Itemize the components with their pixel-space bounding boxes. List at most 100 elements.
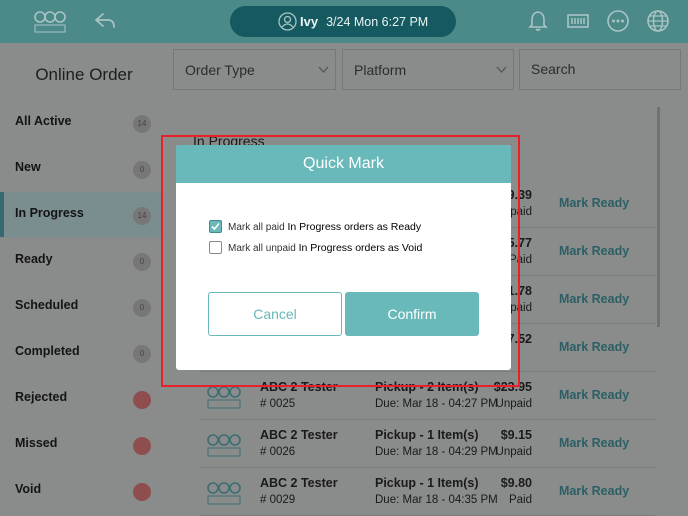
- option2-prefix: Mark all unpaid: [228, 242, 296, 254]
- sidebar-item-label: Scheduled: [15, 298, 79, 312]
- count-badge: 14: [133, 207, 151, 225]
- order-customer: ABC 2 Tester: [260, 380, 338, 394]
- mark-unpaid-void-checkbox[interactable]: [209, 241, 222, 254]
- sidebar-item-label: Missed: [15, 436, 58, 450]
- count-badge: [133, 437, 151, 455]
- mark-ready-button[interactable]: Mark Ready: [559, 388, 629, 402]
- logo-icon: [207, 386, 241, 409]
- sidebar-item-scheduled[interactable]: Scheduled 0: [0, 284, 163, 329]
- count-badge: 0: [133, 345, 151, 363]
- count-badge: 14: [133, 115, 151, 133]
- table-row[interactable]: ABC 2 Tester # 0025 Pickup - 2 Item(s) D…: [200, 373, 655, 420]
- order-price: 7.52: [507, 332, 532, 346]
- order-price: 1.78: [507, 284, 532, 298]
- table-row[interactable]: ABC 2 Tester # 0026 Pickup - 1 Item(s) D…: [200, 421, 655, 468]
- chevron-down-icon: [496, 66, 507, 73]
- sidebar-item-label: Void: [15, 482, 42, 496]
- mark-ready-button[interactable]: Mark Ready: [559, 196, 629, 210]
- current-datetime: 3/24 Mon 6:27 PM: [326, 14, 429, 29]
- sidebar: Online Order All Active 14 New 0 In Prog…: [0, 43, 163, 516]
- sidebar-item-label: Rejected: [15, 390, 68, 404]
- bell-icon[interactable]: [526, 9, 550, 33]
- option2-suffix: In Progress orders as Void: [298, 241, 423, 254]
- sidebar-item-ready[interactable]: Ready 0: [0, 238, 163, 283]
- mark-ready-button[interactable]: Mark Ready: [559, 436, 629, 450]
- count-badge: [133, 483, 151, 501]
- search-input[interactable]: Search: [519, 49, 681, 90]
- top-bar: Ivy 3/24 Mon 6:27 PM: [0, 0, 688, 43]
- payment-status: Paid: [508, 494, 532, 506]
- sidebar-item-completed[interactable]: Completed 0: [0, 330, 163, 375]
- logo-icon: [207, 434, 241, 457]
- table-row[interactable]: ABC 2 Tester # 0029 Pickup - 1 Item(s) D…: [200, 469, 655, 516]
- order-price: $9.15: [500, 428, 532, 442]
- sidebar-item-label: Completed: [15, 344, 80, 358]
- chevron-down-icon: [318, 66, 329, 73]
- mark-paid-ready-checkbox[interactable]: [209, 220, 222, 233]
- order-type: Pickup - 1 Item(s): [375, 428, 479, 442]
- order-customer: ABC 2 Tester: [260, 428, 338, 442]
- order-customer: ABC 2 Tester: [260, 476, 338, 490]
- sidebar-item-label: All Active: [15, 114, 72, 128]
- scrollbar[interactable]: [657, 107, 660, 327]
- mark-ready-button[interactable]: Mark Ready: [559, 484, 629, 498]
- globe-icon[interactable]: [646, 9, 670, 33]
- mark-unpaid-void-label: Mark all unpaid In Progress orders as Vo…: [228, 242, 422, 254]
- sidebar-item-rejected[interactable]: Rejected: [0, 376, 163, 421]
- count-badge: 0: [133, 161, 151, 179]
- logo-icon: [34, 11, 66, 33]
- user-info-pill[interactable]: Ivy 3/24 Mon 6:27 PM: [230, 6, 456, 37]
- order-type-label: Order Type: [185, 62, 255, 78]
- order-price: 5.77: [507, 236, 532, 250]
- sidebar-item-void[interactable]: Void: [0, 468, 163, 513]
- logo-icon: [207, 482, 241, 505]
- sidebar-item-label: New: [15, 160, 41, 174]
- mark-ready-button[interactable]: Mark Ready: [559, 340, 629, 354]
- order-type: Pickup - 1 Item(s): [375, 476, 479, 490]
- search-placeholder: Search: [531, 61, 576, 77]
- order-number: # 0025: [260, 398, 296, 410]
- dialog-title: Quick Mark: [176, 145, 511, 183]
- mark-ready-button[interactable]: Mark Ready: [559, 292, 629, 306]
- sidebar-item-label: Ready: [15, 252, 53, 266]
- order-number: # 0026: [260, 446, 296, 458]
- payment-status: Unpaid: [495, 446, 532, 458]
- count-badge: 0: [133, 299, 151, 317]
- sidebar-item-in-progress[interactable]: In Progress 14: [0, 192, 163, 237]
- more-icon[interactable]: [606, 9, 630, 33]
- payment-status: Paid: [508, 254, 532, 266]
- cancel-button[interactable]: Cancel: [208, 292, 342, 336]
- sidebar-item-new[interactable]: New 0: [0, 146, 163, 191]
- payment-status: Unpaid: [495, 398, 532, 410]
- order-type: Pickup - 2 Item(s): [375, 380, 479, 394]
- order-price: $23.95: [493, 380, 532, 394]
- order-due: Due: Mar 18 - 04:27 PM: [375, 398, 498, 410]
- sidebar-item-missed[interactable]: Missed: [0, 422, 163, 467]
- option1-suffix: In Progress orders as Ready: [287, 220, 422, 233]
- sidebar-title: Online Order: [35, 65, 133, 84]
- sidebar-item-all-active[interactable]: All Active 14: [0, 100, 163, 145]
- back-icon[interactable]: [94, 11, 116, 31]
- mark-ready-button[interactable]: Mark Ready: [559, 244, 629, 258]
- count-badge: 0: [133, 253, 151, 271]
- count-badge: [133, 391, 151, 409]
- confirm-button[interactable]: Confirm: [345, 292, 479, 336]
- user-name: Ivy: [300, 14, 319, 29]
- platform-label: Platform: [354, 62, 407, 78]
- mark-unpaid-void-option[interactable]: Mark all unpaid In Progress orders as Vo…: [209, 241, 422, 254]
- order-price: 9.39: [507, 188, 532, 202]
- order-price: $9.80: [500, 476, 532, 490]
- sidebar-item-label: In Progress: [15, 206, 84, 220]
- quick-mark-dialog: Quick Mark Mark all paid In Progress ord…: [176, 145, 511, 370]
- option1-prefix: Mark all paid: [228, 221, 285, 233]
- mark-paid-ready-option[interactable]: Mark all paid In Progress orders as Read…: [209, 220, 421, 233]
- platform-select[interactable]: Platform: [342, 49, 514, 90]
- user-icon: [278, 12, 297, 31]
- order-due: Due: Mar 18 - 04:29 PM: [375, 446, 498, 458]
- order-number: # 0029: [260, 494, 296, 506]
- mark-paid-ready-label: Mark all paid In Progress orders as Read…: [228, 221, 421, 233]
- order-due: Due: Mar 18 - 04:35 PM: [375, 494, 498, 506]
- order-type-select[interactable]: Order Type: [173, 49, 336, 90]
- printer-icon[interactable]: [566, 9, 590, 33]
- check-icon: [211, 222, 220, 231]
